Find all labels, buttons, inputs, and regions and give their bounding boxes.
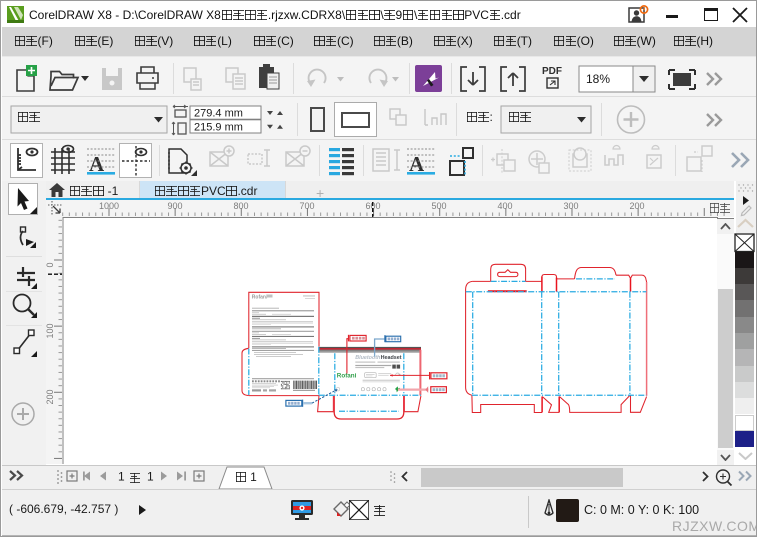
svg-text:800: 800 bbox=[233, 201, 248, 211]
svg-text:100: 100 bbox=[46, 323, 55, 338]
svg-text:300: 300 bbox=[563, 201, 578, 211]
svg-text:400: 400 bbox=[497, 201, 512, 211]
svg-text:1: 1 bbox=[118, 470, 125, 484]
svg-text:700: 700 bbox=[299, 201, 314, 211]
svg-text:500: 500 bbox=[431, 201, 446, 211]
svg-text:215.9 mm: 215.9 mm bbox=[194, 121, 243, 133]
svg-text:Headset: Headset bbox=[381, 355, 402, 361]
svg-text:1000: 1000 bbox=[99, 201, 119, 211]
svg-text:900: 900 bbox=[167, 201, 182, 211]
svg-text:200: 200 bbox=[629, 201, 644, 211]
svg-text:Bluetooth: Bluetooth bbox=[355, 355, 381, 361]
svg-text:200: 200 bbox=[46, 389, 55, 404]
svg-text:279.4 mm: 279.4 mm bbox=[194, 108, 243, 120]
svg-text:1: 1 bbox=[147, 470, 154, 484]
svg-text:0: 0 bbox=[46, 262, 55, 267]
svg-text:PDF: PDF bbox=[542, 66, 562, 77]
svg-text:18%: 18% bbox=[586, 72, 610, 86]
svg-text:Rofani: Rofani bbox=[252, 295, 268, 301]
